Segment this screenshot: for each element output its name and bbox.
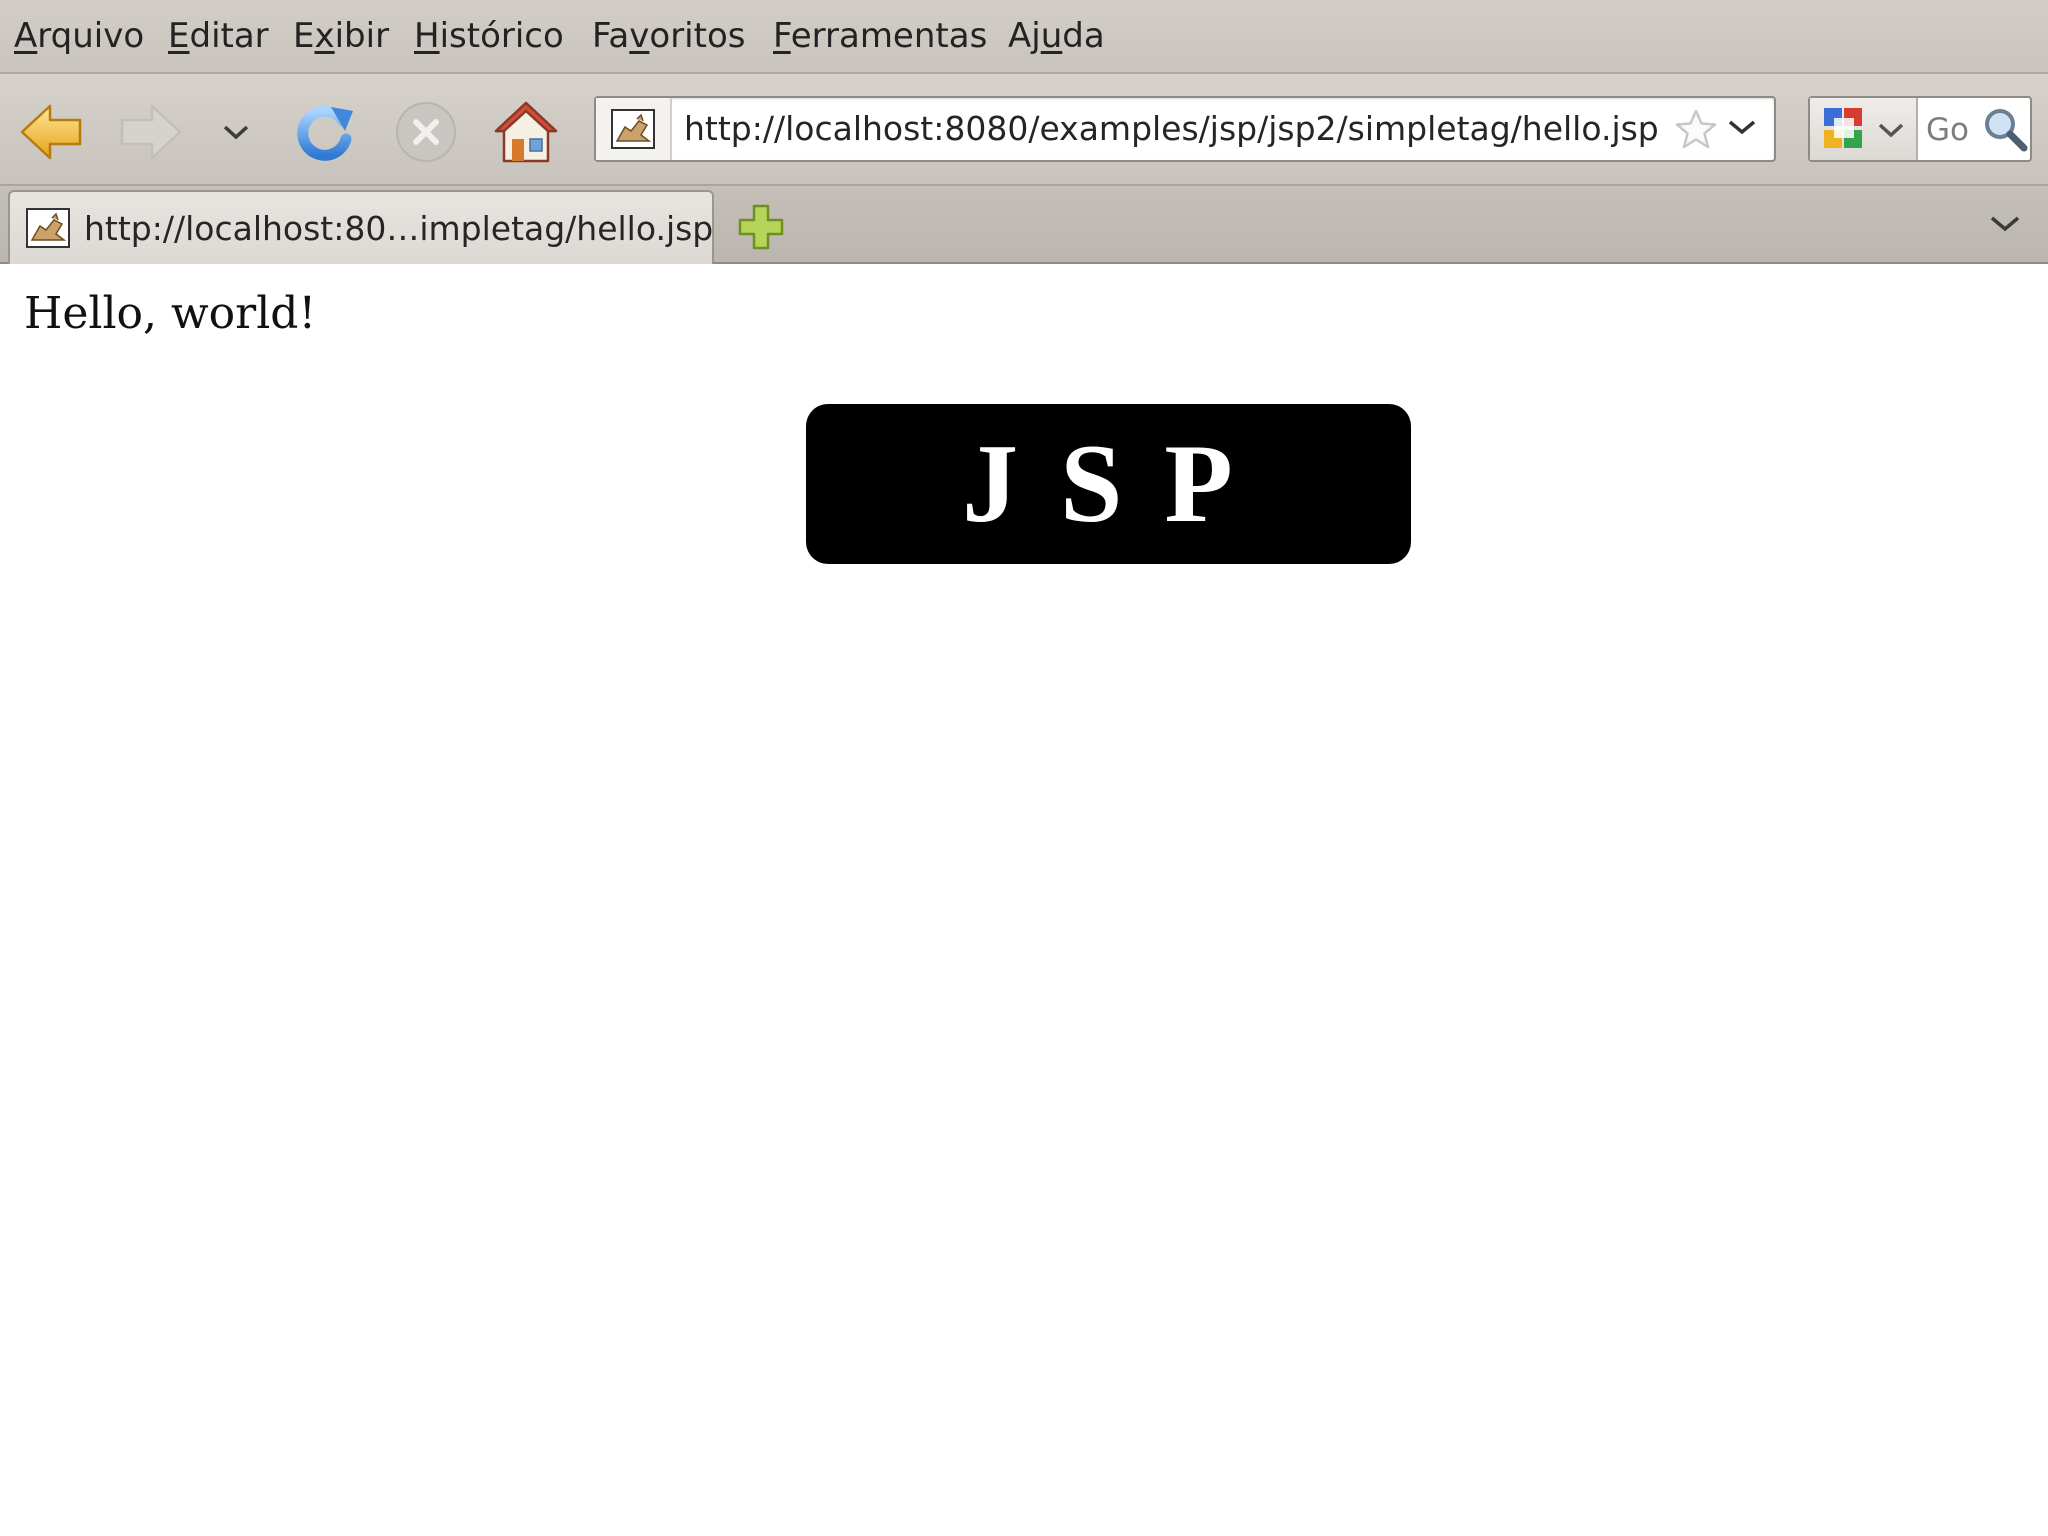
menu-label-part: da	[1062, 16, 1105, 56]
menu-label-part: rquivo	[37, 16, 145, 56]
menu-label-part: E	[293, 16, 315, 56]
back-button[interactable]	[16, 96, 88, 168]
menu-accesskey: F	[773, 16, 791, 56]
tomcat-favicon-icon	[611, 109, 655, 149]
menu-label-part: Aj	[1008, 16, 1041, 56]
search-input[interactable]: Go	[1926, 110, 1969, 150]
menu-accesskey: v	[629, 16, 650, 56]
tomcat-favicon-icon	[26, 208, 70, 248]
stop-icon	[396, 102, 456, 162]
tab-active[interactable]: http://localhost:80…impletag/hello.jsp	[8, 190, 714, 264]
stop-button[interactable]	[390, 96, 462, 168]
menu-ferramentas[interactable]: Ferramentas	[773, 16, 987, 56]
new-tab-button[interactable]	[736, 202, 786, 256]
menu-accesskey: E	[168, 16, 190, 56]
menu-label-part: ibir	[334, 16, 390, 56]
magnifier-icon	[1985, 109, 2028, 152]
tab-title: http://localhost:80…impletag/hello.jsp	[84, 209, 714, 248]
chevron-down-icon	[1878, 123, 1904, 138]
url-history-dropdown[interactable]	[1726, 116, 1758, 142]
site-identity-button[interactable]	[596, 98, 672, 160]
menu-accesskey: u	[1040, 16, 1063, 56]
greeting-text: Hello, world!	[24, 288, 317, 339]
menu-arquivo[interactable]: Arquivo	[14, 16, 144, 56]
list-all-tabs-button[interactable]	[1988, 212, 2022, 240]
menu-ajuda[interactable]: Ajuda	[1008, 16, 1105, 56]
menu-accesskey: x	[314, 16, 335, 56]
history-dropdown-button[interactable]	[204, 96, 268, 168]
menu-label-part: erramentas	[790, 16, 988, 56]
url-text[interactable]: http://localhost:8080/examples/jsp/jsp2/…	[684, 108, 1659, 150]
url-bar[interactable]: http://localhost:8080/examples/jsp/jsp2/…	[594, 96, 1776, 162]
search-go-button[interactable]	[1982, 106, 2028, 156]
menu-accesskey: A	[14, 16, 38, 56]
menu-exibir[interactable]: Exibir	[293, 16, 389, 56]
menu-label-part: ditar	[189, 16, 269, 56]
tab-bar: http://localhost:80…impletag/hello.jsp	[0, 186, 2048, 264]
forward-button[interactable]	[114, 96, 186, 168]
menu-editar[interactable]: Editar	[168, 16, 269, 56]
search-box[interactable]: Go	[1808, 96, 2032, 162]
home-button[interactable]	[490, 96, 562, 168]
menu-label-part: istórico	[439, 16, 564, 56]
jsp-banner: JSP	[806, 404, 1411, 564]
menu-accesskey: H	[414, 16, 440, 56]
reload-button[interactable]	[288, 96, 360, 168]
navigation-toolbar: http://localhost:8080/examples/jsp/jsp2/…	[0, 74, 2048, 186]
chevron-down-icon	[223, 125, 249, 140]
menu-bar: Arquivo Editar Exibir Histórico Favorito…	[0, 0, 2048, 74]
star-icon	[1675, 109, 1717, 149]
menu-label-part: oritos	[649, 16, 746, 56]
menu-favoritos[interactable]: Favoritos	[592, 16, 745, 56]
chevron-down-icon	[1990, 216, 2020, 232]
page-content: Hello, world! JSP	[0, 264, 2048, 1536]
home-icon	[494, 101, 558, 163]
reload-icon	[297, 105, 353, 161]
jsp-banner-text: JSP	[962, 422, 1275, 546]
chevron-down-icon	[1728, 120, 1756, 135]
plus-icon	[738, 204, 784, 250]
menu-label-part: Fa	[592, 16, 630, 56]
bookmark-star-button[interactable]	[1674, 108, 1718, 154]
google-logo-icon	[1824, 108, 1862, 148]
menu-historico[interactable]: Histórico	[414, 16, 564, 56]
back-arrow-icon	[20, 104, 82, 160]
search-engine-selector[interactable]	[1810, 98, 1918, 160]
forward-arrow-icon	[120, 104, 182, 160]
